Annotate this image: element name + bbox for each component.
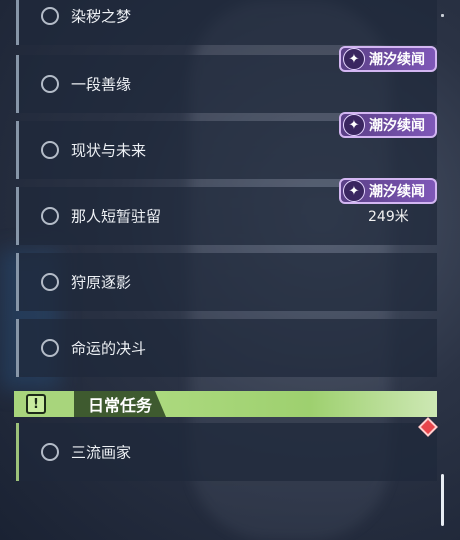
tide-sparkle-icon: ✦ bbox=[343, 114, 365, 136]
tide-sparkle-icon: ✦ bbox=[343, 48, 365, 70]
quest-status-circle-icon bbox=[41, 141, 59, 159]
quest-label: 一段善缘 bbox=[71, 75, 132, 94]
quest-status-circle-icon bbox=[41, 7, 59, 25]
quest-item-6[interactable]: 命运的决斗 bbox=[16, 319, 437, 377]
scroll-indicator-dot bbox=[441, 14, 444, 17]
quest-label: 狩原逐影 bbox=[71, 273, 132, 292]
badge-text: 潮汐续闻 bbox=[369, 118, 425, 134]
exclamation-box-icon: ! bbox=[26, 394, 46, 414]
daily-section-title: 日常任务 bbox=[74, 391, 167, 417]
quest-label: 现状与未来 bbox=[71, 141, 147, 160]
badge-text: 潮汐续闻 bbox=[369, 184, 425, 200]
quest-item-5[interactable]: 狩原逐影 bbox=[16, 253, 437, 311]
quest-status-circle-icon bbox=[41, 273, 59, 291]
daily-quest-item-1[interactable]: 三流画家 bbox=[16, 423, 437, 481]
tide-badge-3: ✦ 潮汐续闻 bbox=[339, 178, 437, 204]
badge-text: 潮汐续闻 bbox=[369, 52, 425, 68]
tide-sparkle-icon: ✦ bbox=[343, 180, 365, 202]
quest-status-circle-icon bbox=[41, 339, 59, 357]
tide-badge-2: ✦ 潮汐续闻 bbox=[339, 112, 437, 138]
quest-distance: 249米 bbox=[368, 209, 409, 225]
quest-label: 命运的决斗 bbox=[71, 339, 147, 358]
tide-badge-1: ✦ 潮汐续闻 bbox=[339, 46, 437, 72]
quest-status-circle-icon bbox=[41, 75, 59, 93]
quest-status-circle-icon bbox=[41, 443, 59, 461]
daily-section-header[interactable]: ! 日常任务 bbox=[14, 391, 437, 417]
quest-label: 那人短暂驻留 bbox=[71, 207, 162, 226]
scrollbar-thumb[interactable] bbox=[441, 474, 444, 526]
quest-status-circle-icon bbox=[41, 207, 59, 225]
quest-label: 三流画家 bbox=[71, 443, 132, 462]
quest-item-1[interactable]: 染秽之梦 bbox=[16, 0, 437, 45]
quest-label: 染秽之梦 bbox=[71, 7, 132, 26]
